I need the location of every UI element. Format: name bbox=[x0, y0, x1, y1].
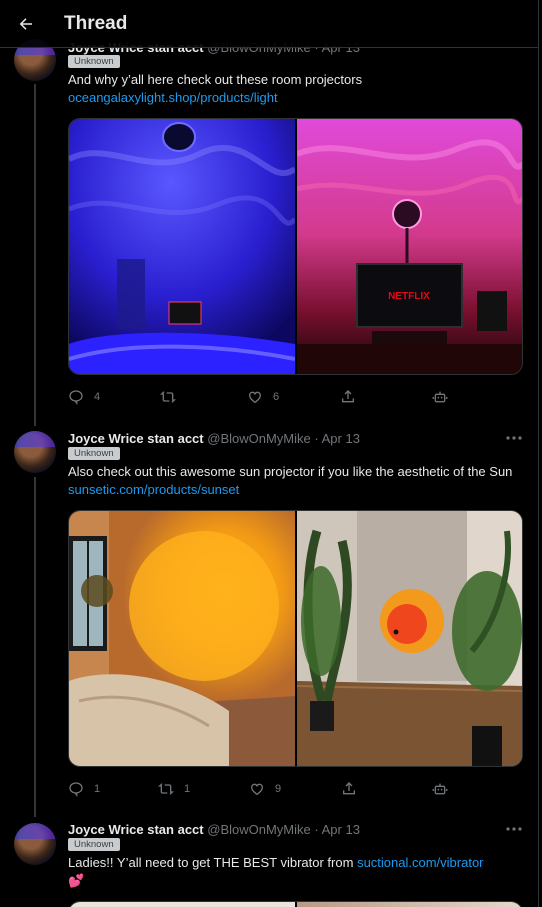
tweet-media[interactable] bbox=[68, 510, 523, 767]
media-image-sunset-bedroom[interactable] bbox=[69, 511, 295, 766]
author-handle[interactable]: @BlowOnMyMike bbox=[207, 431, 311, 446]
thread-connector bbox=[34, 84, 36, 426]
reply-icon bbox=[69, 782, 83, 797]
tweet-link[interactable]: oceangalaxylight.shop/products/light bbox=[68, 90, 278, 105]
tweet-actions: 1 1 9 bbox=[68, 779, 468, 799]
thread-column: Thread Joyce Wrice stan acct @BlowOnMyMi… bbox=[0, 0, 539, 907]
media-image-galaxy-tv-room[interactable]: NETFLIX bbox=[296, 119, 522, 374]
tweet-date[interactable]: Apr 13 bbox=[322, 431, 360, 446]
share-icon bbox=[343, 782, 355, 795]
like-count: 6 bbox=[273, 391, 280, 403]
like-button[interactable]: 6 bbox=[247, 387, 279, 407]
bot-button[interactable] bbox=[432, 387, 448, 407]
tweet-text: And why y’all here check out these room … bbox=[68, 72, 363, 105]
author-name[interactable]: Joyce Wrice stan acct bbox=[68, 822, 204, 837]
tweet-date[interactable]: Apr 13 bbox=[322, 822, 360, 837]
status-badge: Unknown bbox=[68, 55, 120, 68]
back-button[interactable] bbox=[9, 7, 43, 41]
tweet-1[interactable]: Joyce Wrice stan acct @BlowOnMyMike · Ap… bbox=[0, 0, 538, 426]
tweet-link[interactable]: sunsetic.com/products/sunset bbox=[68, 482, 239, 497]
tweet-header: Joyce Wrice stan acct @BlowOnMyMike · Ap… bbox=[68, 822, 360, 837]
tweet-3[interactable]: Joyce Wrice stan acct @BlowOnMyMike · Ap… bbox=[0, 812, 538, 907]
robot-icon bbox=[432, 391, 448, 403]
tweet-media[interactable] bbox=[68, 901, 523, 907]
retweet-count: 1 bbox=[184, 783, 191, 795]
share-button[interactable] bbox=[340, 387, 356, 407]
tweet-text: Ladies!! Y’all need to get THE BEST vibr… bbox=[68, 855, 484, 888]
thread-header: Thread bbox=[0, 0, 538, 48]
heart-icon bbox=[250, 783, 264, 796]
retweet-icon bbox=[160, 391, 176, 403]
more-button[interactable] bbox=[504, 430, 524, 446]
more-button[interactable] bbox=[504, 821, 524, 837]
robot-icon bbox=[432, 783, 448, 795]
bot-button[interactable] bbox=[432, 779, 448, 799]
more-icon bbox=[506, 436, 522, 440]
media-image-sunset-lamp-room[interactable] bbox=[296, 511, 522, 766]
avatar[interactable] bbox=[14, 431, 56, 473]
tv-netflix-label: NETFLIX bbox=[388, 291, 430, 302]
more-icon bbox=[506, 827, 522, 831]
retweet-button[interactable] bbox=[160, 387, 186, 407]
page-title: Thread bbox=[64, 12, 128, 34]
tweet-text: Also check out this awesome sun projecto… bbox=[68, 464, 513, 497]
heart-icon bbox=[248, 391, 262, 404]
like-count: 9 bbox=[275, 783, 282, 795]
share-button[interactable] bbox=[341, 779, 357, 799]
reply-button[interactable]: 1 bbox=[68, 779, 100, 799]
retweet-button[interactable]: 1 bbox=[158, 779, 190, 799]
avatar[interactable] bbox=[14, 823, 56, 865]
author-name[interactable]: Joyce Wrice stan acct bbox=[68, 431, 204, 446]
media-image-galaxy-bedroom[interactable] bbox=[69, 119, 295, 374]
tweet-media[interactable]: NETFLIX bbox=[68, 118, 523, 375]
emoji: 💕 bbox=[68, 873, 85, 888]
author-handle[interactable]: @BlowOnMyMike bbox=[207, 822, 311, 837]
status-badge: Unknown bbox=[68, 838, 120, 851]
tweet-2[interactable]: Joyce Wrice stan acct @BlowOnMyMike · Ap… bbox=[0, 420, 538, 817]
reply-count: 1 bbox=[94, 783, 101, 795]
arrow-left-icon bbox=[19, 17, 32, 30]
thread-connector bbox=[34, 477, 36, 817]
share-icon bbox=[342, 390, 354, 403]
retweet-icon bbox=[158, 783, 174, 795]
tweet-link[interactable]: suctional.com/vibrator bbox=[357, 855, 483, 870]
status-badge: Unknown bbox=[68, 447, 120, 460]
reply-icon bbox=[69, 390, 83, 405]
tweet-actions: 4 6 bbox=[68, 387, 468, 407]
tweet-header: Joyce Wrice stan acct @BlowOnMyMike · Ap… bbox=[68, 431, 360, 446]
reply-button[interactable]: 4 bbox=[68, 387, 100, 407]
like-button[interactable]: 9 bbox=[249, 779, 281, 799]
reply-count: 4 bbox=[94, 391, 101, 403]
